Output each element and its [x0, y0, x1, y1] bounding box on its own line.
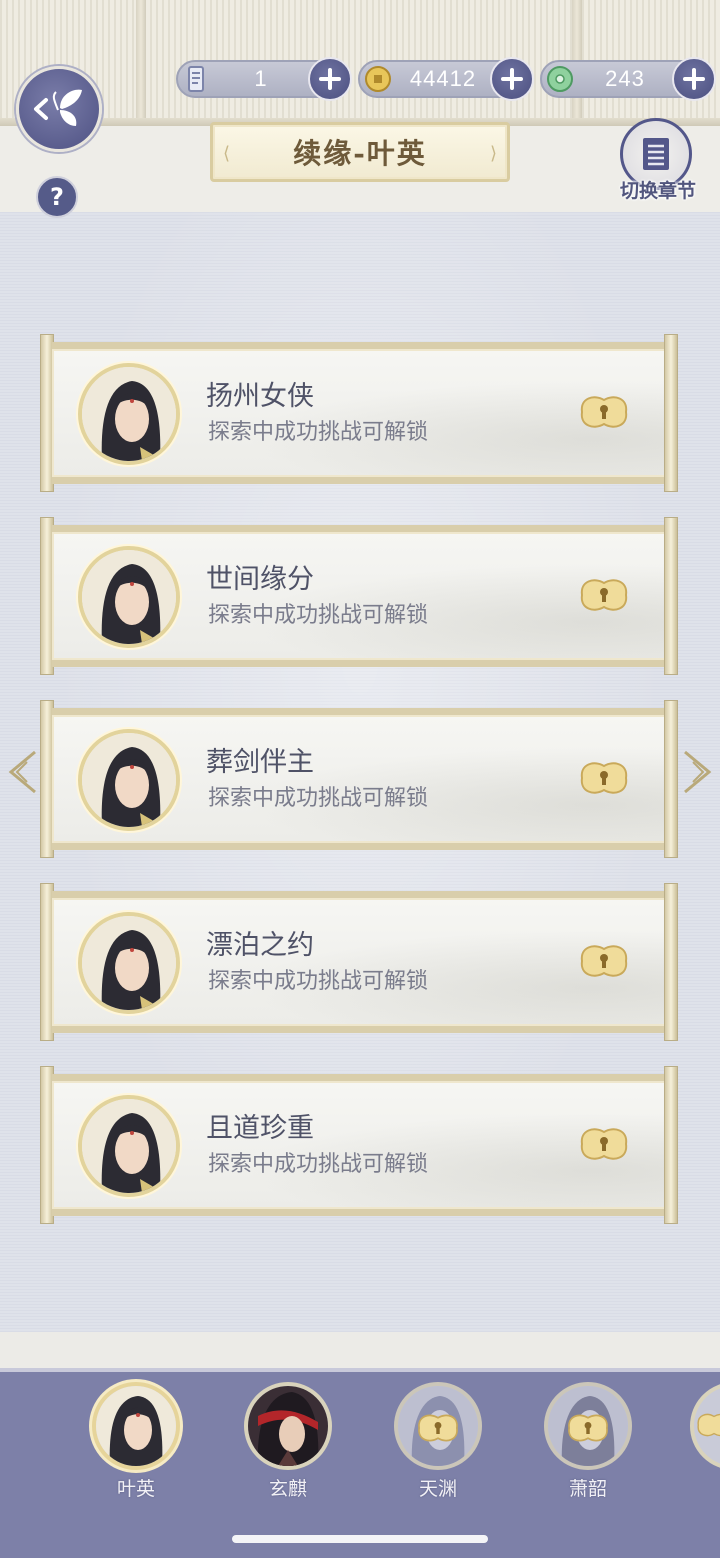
- story-card[interactable]: 葬剑伴主 探索中成功挑战可解锁: [40, 700, 678, 858]
- decor-post: [136, 0, 146, 122]
- add-jade-button[interactable]: [672, 57, 716, 101]
- scroll-icon: [180, 63, 212, 95]
- lock-icon: [576, 939, 632, 983]
- character-name: 玄麒: [268, 1478, 307, 1500]
- lock-icon: [694, 1408, 720, 1442]
- character-tab-tianyuan[interactable]: 天渊: [388, 1382, 488, 1500]
- add-coin-button[interactable]: [490, 57, 534, 101]
- scroll-rod: [664, 700, 678, 858]
- character-tab-xiaoshao[interactable]: 萧韶: [538, 1382, 638, 1500]
- cloud-ornament-icon: ⟨: [223, 143, 231, 164]
- lower-band: [0, 1332, 720, 1368]
- character-portrait: [78, 363, 180, 465]
- lock-icon: [414, 1408, 462, 1448]
- character-name: 叶英: [116, 1478, 155, 1500]
- chevron-left-icon: [8, 750, 36, 794]
- story-title: 世间缘分: [206, 564, 314, 595]
- page-title-plaque: ⟨ 续缘-叶英 ⟩: [210, 122, 510, 182]
- add-scroll-button[interactable]: [308, 57, 352, 101]
- character-avatar: [92, 1382, 180, 1470]
- plus-icon: [683, 68, 705, 90]
- character-name: 萧韶: [568, 1478, 607, 1500]
- story-title: 漂泊之约: [206, 930, 314, 961]
- character-portrait: [78, 1095, 180, 1197]
- character-portrait: [78, 912, 180, 1014]
- character-tab-yeying[interactable]: 叶英: [86, 1382, 186, 1500]
- story-card[interactable]: 且道珍重 探索中成功挑战可解锁: [40, 1066, 678, 1224]
- scroll-rod: [664, 334, 678, 492]
- unlock-hint: 探索中成功挑战可解锁: [208, 969, 429, 994]
- character-avatar: [244, 1382, 332, 1470]
- previous-page-arrow[interactable]: [4, 748, 40, 796]
- scroll-rod: [664, 883, 678, 1041]
- scroll-rod: [664, 517, 678, 675]
- story-card[interactable]: 世间缘分 探索中成功挑战可解锁: [40, 517, 678, 675]
- story-title: 且道珍重: [206, 1113, 314, 1144]
- page-title: 续缘-叶英: [293, 137, 427, 170]
- scroll-rod: [664, 1066, 678, 1224]
- unlock-hint: 探索中成功挑战可解锁: [208, 603, 429, 628]
- help-button[interactable]: ?: [36, 176, 78, 218]
- lock-icon: [576, 756, 632, 800]
- currency-coin-value: 44412: [409, 66, 477, 91]
- character-portrait: [78, 729, 180, 831]
- character-tab-partial[interactable]: [688, 1382, 720, 1472]
- switch-chapter-button[interactable]: 切换章节: [610, 116, 706, 208]
- story-title: 葬剑伴主: [206, 747, 314, 778]
- unlock-hint: 探索中成功挑战可解锁: [208, 1152, 429, 1177]
- cloud-ornament-icon: ⟩: [489, 143, 497, 164]
- chevron-right-icon: [684, 750, 712, 794]
- unlock-hint: 探索中成功挑战可解锁: [208, 420, 429, 445]
- next-page-arrow[interactable]: [680, 748, 716, 796]
- currency-jade-value: 243: [605, 66, 645, 91]
- lock-icon: [576, 1122, 632, 1166]
- switch-chapter-label: 切换章节: [619, 180, 696, 202]
- lock-icon: [564, 1408, 612, 1448]
- currency-scroll-value: 1: [254, 66, 268, 91]
- unlock-hint: 探索中成功挑战可解锁: [208, 786, 429, 811]
- story-card[interactable]: 扬州女侠 探索中成功挑战可解锁: [40, 334, 678, 492]
- home-indicator: [232, 1535, 488, 1543]
- character-tab-xuanqi[interactable]: 玄麒: [238, 1382, 338, 1500]
- butterfly-back-icon: [34, 89, 82, 126]
- coin-icon: [362, 63, 394, 95]
- jade-icon: [544, 63, 576, 95]
- character-portrait: [78, 546, 180, 648]
- story-card[interactable]: 漂泊之约 探索中成功挑战可解锁: [40, 883, 678, 1041]
- plus-icon: [319, 68, 341, 90]
- back-button[interactable]: [16, 66, 102, 152]
- lock-icon: [576, 573, 632, 617]
- lock-icon: [576, 390, 632, 434]
- story-title: 扬州女侠: [206, 381, 314, 412]
- plus-icon: [501, 68, 523, 90]
- character-name: 天渊: [418, 1478, 457, 1500]
